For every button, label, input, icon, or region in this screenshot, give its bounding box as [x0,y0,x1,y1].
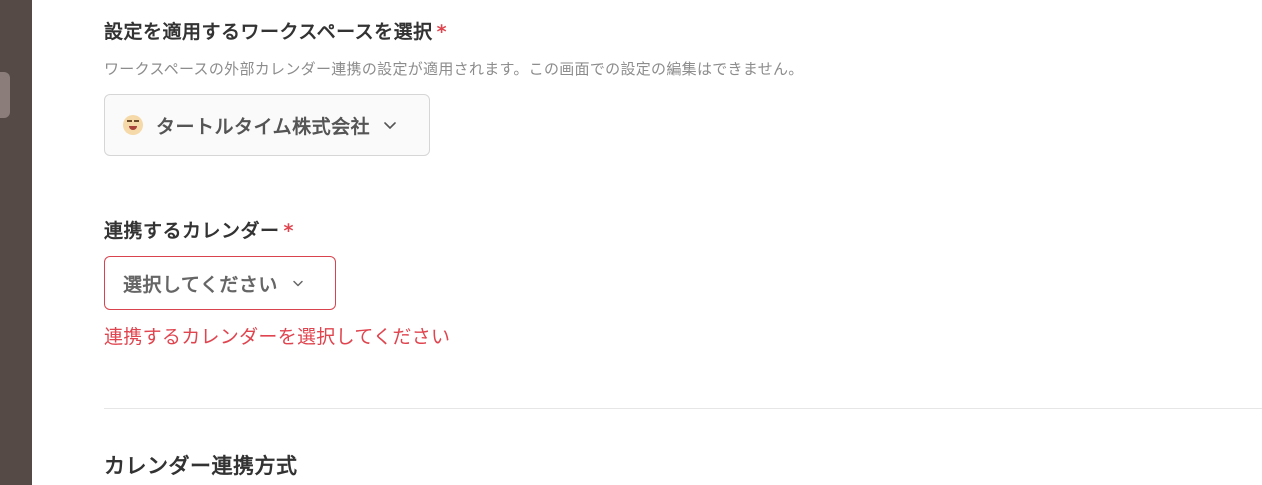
required-mark: * [436,21,448,43]
chevron-down-icon [384,122,396,129]
settings-form: 設定を適用するワークスペースを選択 * ワークスペースの外部カレンダー連携の設定が… [104,0,1262,485]
required-mark: * [283,220,294,242]
workspace-select[interactable]: タートルタイム株式会社 [104,94,430,156]
sidebar-strip [0,0,32,485]
calendar-select[interactable]: 選択してください [104,256,336,310]
workspace-field-label-text: 設定を適用するワークスペースを選択 [104,21,433,43]
calendar-field-label: 連携するカレンダー * [104,216,294,243]
calendar-select-placeholder: 選択してください [123,273,278,296]
calendar-field-label-text: 連携するカレンダー [104,220,280,242]
calendar-error-message: 連携するカレンダーを選択してください [104,326,451,348]
grinning-face-emoji-icon [123,115,143,135]
sidebar-scroll-handle[interactable] [0,72,10,118]
workspace-field-label: 設定を適用するワークスペースを選択 * [104,17,447,44]
calendar-integration-method-title: カレンダー連携方式 [104,454,298,478]
section-divider [104,408,1262,409]
workspace-field-description: ワークスペースの外部カレンダー連携の設定が適用されます。この画面での設定の編集は… [104,60,804,78]
workspace-select-value: タートルタイム株式会社 [156,115,371,138]
chevron-down-icon [293,280,303,287]
